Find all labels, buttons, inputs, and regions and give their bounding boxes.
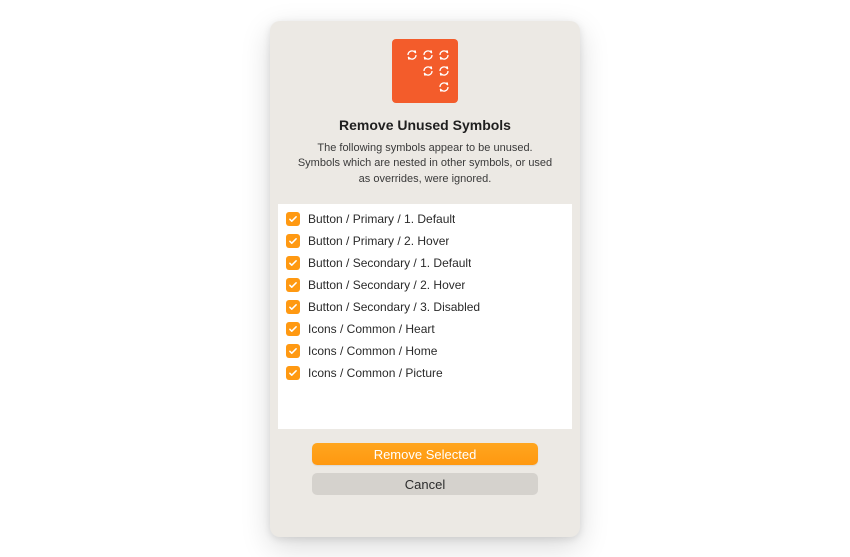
checkmark-icon[interactable] bbox=[286, 256, 300, 270]
cancel-button[interactable]: Cancel bbox=[312, 473, 538, 495]
list-item[interactable]: Button / Secondary / 3. Disabled bbox=[278, 296, 572, 318]
dialog-title: Remove Unused Symbols bbox=[282, 117, 568, 133]
checkmark-icon[interactable] bbox=[286, 212, 300, 226]
list-item[interactable]: Icons / Common / Picture bbox=[278, 362, 572, 384]
list-item[interactable]: Icons / Common / Heart bbox=[278, 318, 572, 340]
symbol-label: Button / Secondary / 3. Disabled bbox=[308, 300, 480, 314]
symbol-list[interactable]: Button / Primary / 1. Default Button / Pr… bbox=[278, 204, 572, 429]
checkmark-icon[interactable] bbox=[286, 366, 300, 380]
checkmark-icon[interactable] bbox=[286, 234, 300, 248]
symbol-label: Icons / Common / Heart bbox=[308, 322, 435, 336]
list-item[interactable]: Button / Secondary / 1. Default bbox=[278, 252, 572, 274]
symbol-label: Icons / Common / Home bbox=[308, 344, 437, 358]
checkmark-icon[interactable] bbox=[286, 322, 300, 336]
symbol-label: Button / Secondary / 1. Default bbox=[308, 256, 471, 270]
list-item[interactable]: Icons / Common / Home bbox=[278, 340, 572, 362]
list-item[interactable]: Button / Secondary / 2. Hover bbox=[278, 274, 572, 296]
remove-unused-symbols-dialog: Remove Unused Symbols The following symb… bbox=[270, 21, 580, 537]
dialog-description: The following symbols appear to be unuse… bbox=[282, 141, 568, 189]
checkmark-icon[interactable] bbox=[286, 278, 300, 292]
list-item[interactable]: Button / Primary / 1. Default bbox=[278, 208, 572, 230]
symbols-grid-icon bbox=[392, 39, 458, 103]
symbol-label: Icons / Common / Picture bbox=[308, 366, 443, 380]
checkmark-icon[interactable] bbox=[286, 344, 300, 358]
remove-selected-button[interactable]: Remove Selected bbox=[312, 443, 538, 465]
symbol-label: Button / Secondary / 2. Hover bbox=[308, 278, 465, 292]
symbol-label: Button / Primary / 1. Default bbox=[308, 212, 455, 226]
checkmark-icon[interactable] bbox=[286, 300, 300, 314]
button-bar: Remove Selected Cancel bbox=[282, 443, 568, 495]
symbol-label: Button / Primary / 2. Hover bbox=[308, 234, 449, 248]
list-item[interactable]: Button / Primary / 2. Hover bbox=[278, 230, 572, 252]
